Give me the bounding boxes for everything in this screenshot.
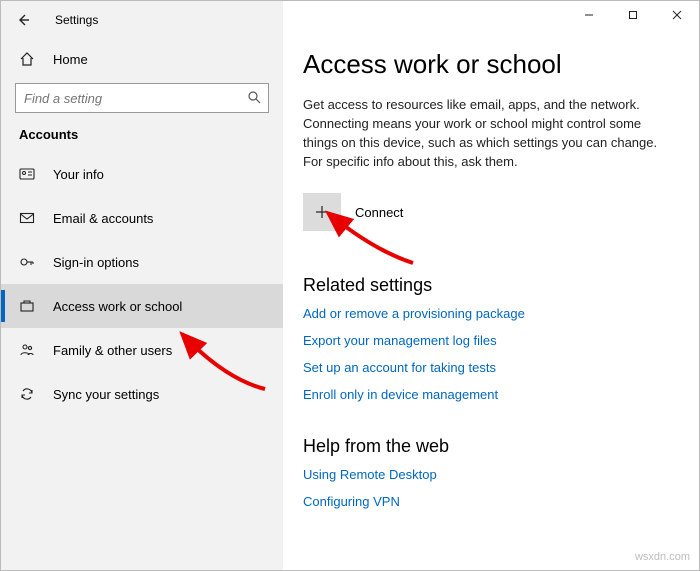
titlebar-left: Settings — [1, 1, 283, 39]
arrow-left-icon — [15, 12, 31, 28]
sidebar-item-signin[interactable]: Sign-in options — [1, 240, 283, 284]
maximize-button[interactable] — [611, 1, 655, 29]
sidebar-item-your-info[interactable]: Your info — [1, 152, 283, 196]
person-card-icon — [19, 166, 35, 182]
link-export-logs[interactable]: Export your management log files — [303, 333, 497, 348]
link-provisioning[interactable]: Add or remove a provisioning package — [303, 306, 525, 321]
maximize-icon — [628, 10, 638, 20]
connect-label: Connect — [355, 205, 403, 220]
close-button[interactable] — [655, 1, 699, 29]
app-title: Settings — [55, 13, 98, 27]
sidebar-item-label: Family & other users — [53, 343, 172, 358]
watermark: wsxdn.com — [635, 551, 690, 563]
help-heading: Help from the web — [303, 436, 679, 457]
page-description: Get access to resources like email, apps… — [303, 96, 679, 171]
home-nav[interactable]: Home — [1, 39, 283, 79]
sidebar-item-work-school[interactable]: Access work or school — [1, 284, 283, 328]
window-controls — [567, 1, 699, 29]
minimize-button[interactable] — [567, 1, 611, 29]
plus-icon — [314, 204, 330, 220]
link-remote-desktop[interactable]: Using Remote Desktop — [303, 467, 437, 482]
sidebar-item-label: Sync your settings — [53, 387, 159, 402]
search-wrap — [15, 83, 269, 113]
sidebar-item-label: Sign-in options — [53, 255, 139, 270]
mail-icon — [19, 210, 35, 226]
sidebar-item-email[interactable]: Email & accounts — [1, 196, 283, 240]
sidebar-item-label: Access work or school — [53, 299, 182, 314]
link-taking-tests[interactable]: Set up an account for taking tests — [303, 360, 496, 375]
page-title: Access work or school — [303, 49, 679, 80]
sidebar-item-sync[interactable]: Sync your settings — [1, 372, 283, 416]
close-icon — [672, 10, 682, 20]
home-label: Home — [53, 52, 88, 67]
briefcase-icon — [19, 298, 35, 314]
search-input[interactable] — [15, 83, 269, 113]
link-configuring-vpn[interactable]: Configuring VPN — [303, 494, 400, 509]
section-heading: Accounts — [1, 127, 283, 152]
related-heading: Related settings — [303, 275, 679, 296]
sidebar-item-label: Email & accounts — [53, 211, 153, 226]
main-panel: Access work or school Get access to reso… — [283, 1, 699, 570]
settings-window: Settings Home Accounts Your info — [0, 0, 700, 571]
sync-icon — [19, 386, 35, 402]
sidebar-item-label: Your info — [53, 167, 104, 182]
back-button[interactable] — [11, 8, 35, 32]
connect-button[interactable] — [303, 193, 341, 231]
home-icon — [19, 51, 35, 67]
connect-row: Connect — [303, 193, 679, 231]
sidebar: Settings Home Accounts Your info — [1, 1, 283, 570]
link-enroll-device-mgmt[interactable]: Enroll only in device management — [303, 387, 498, 402]
people-icon — [19, 342, 35, 358]
minimize-icon — [584, 10, 594, 20]
sidebar-item-family[interactable]: Family & other users — [1, 328, 283, 372]
key-icon — [19, 254, 35, 270]
related-links: Add or remove a provisioning package Exp… — [303, 306, 679, 402]
help-links: Using Remote Desktop Configuring VPN — [303, 467, 679, 509]
